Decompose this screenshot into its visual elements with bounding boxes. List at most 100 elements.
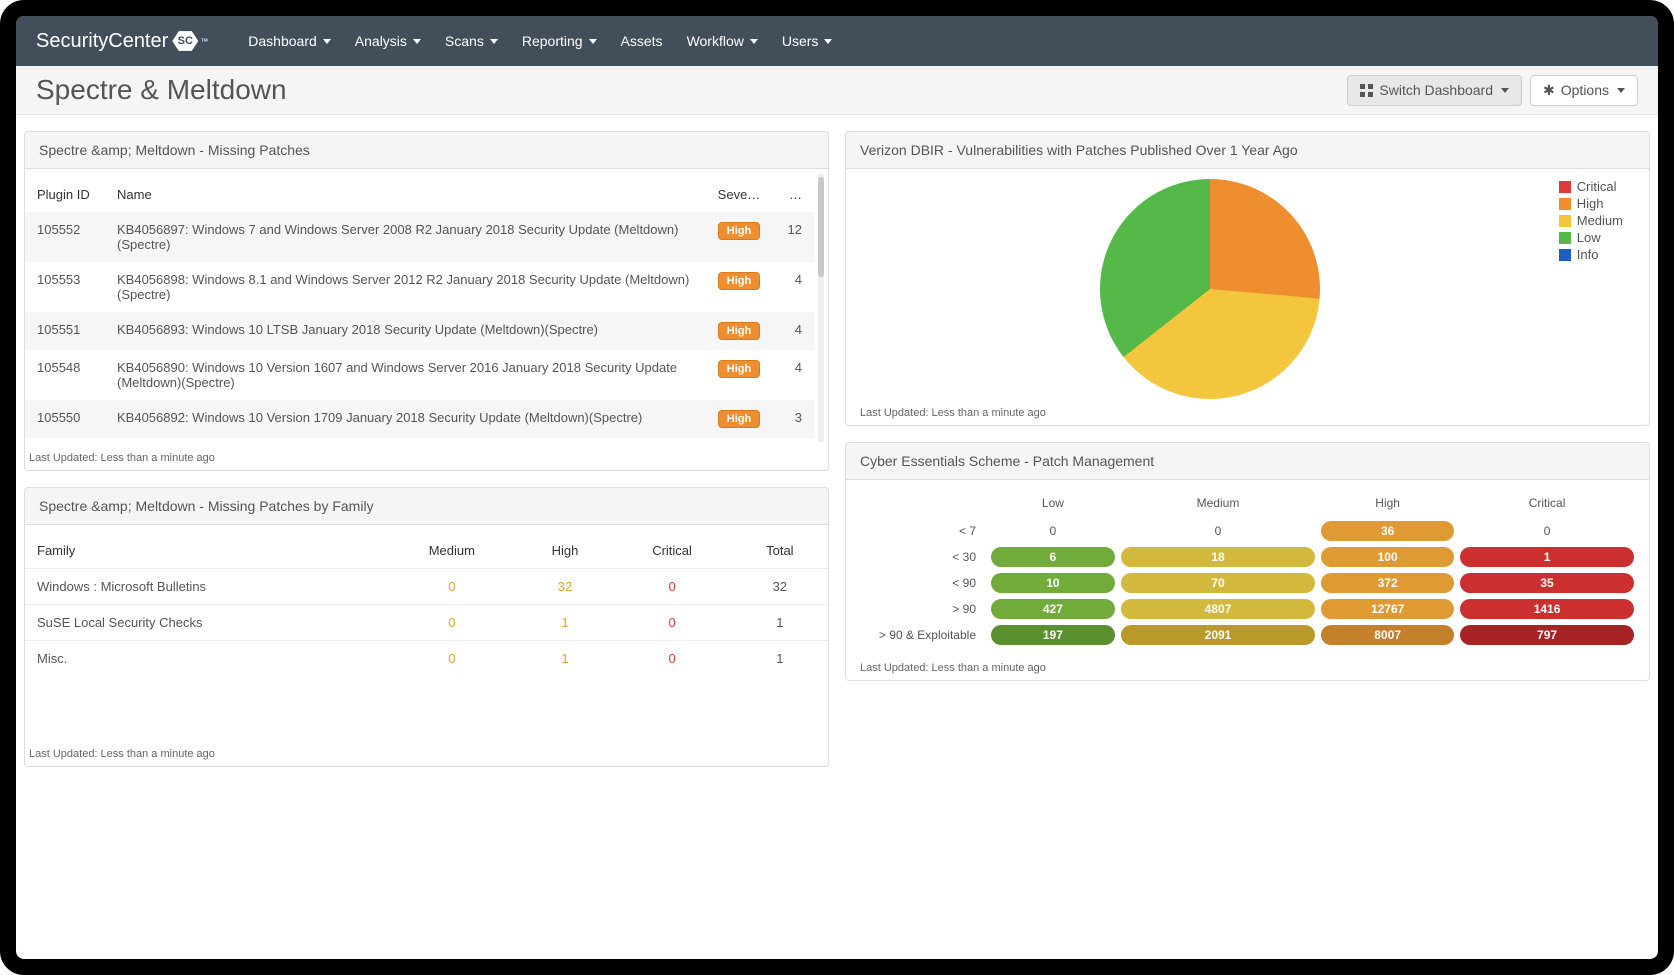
plugin-id: 105553 <box>25 262 105 312</box>
nav-item-assets[interactable]: Assets <box>621 33 663 49</box>
matrix-cell: 797 <box>1460 625 1634 645</box>
count: 4 <box>774 312 814 350</box>
nav-item-reporting[interactable]: Reporting <box>522 33 597 49</box>
matrix-cell: 18 <box>1121 547 1315 567</box>
scrollbar-thumb[interactable] <box>818 177 824 277</box>
switch-dashboard-button[interactable]: Switch Dashboard <box>1347 75 1522 106</box>
trademark-icon: ™ <box>200 37 208 46</box>
col-family[interactable]: Family <box>25 533 386 569</box>
matrix-row[interactable]: < 306181001 <box>858 544 1637 570</box>
switch-dashboard-label: Switch Dashboard <box>1379 82 1493 98</box>
nav-label: Users <box>782 33 819 49</box>
high-val: 1 <box>518 641 613 677</box>
high-val: 32 <box>518 569 613 605</box>
matrix-cell: 70 <box>1121 573 1315 593</box>
legend-swatch <box>1559 215 1571 227</box>
matrix-cell: 35 <box>1460 573 1634 593</box>
nav-item-analysis[interactable]: Analysis <box>355 33 421 49</box>
matrix-cell: 0 <box>1121 521 1315 541</box>
legend-item[interactable]: Medium <box>1559 213 1623 228</box>
col-total[interactable]: Total <box>732 533 828 569</box>
plugin-id: 105551 <box>25 312 105 350</box>
col-medium[interactable]: Medium <box>386 533 517 569</box>
col-plugin-id[interactable]: Plugin ID <box>25 177 105 212</box>
nav-label: Analysis <box>355 33 407 49</box>
table-row[interactable]: SuSE Local Security Checks0101 <box>25 605 828 641</box>
legend-label: Low <box>1577 230 1601 245</box>
patches-by-family-table: Family Medium High Critical Total Window… <box>25 533 828 676</box>
col-critical[interactable]: Critical <box>612 533 731 569</box>
row-label: < 7 <box>858 518 988 544</box>
table-row[interactable]: 105553KB4056898: Windows 8.1 and Windows… <box>25 262 814 312</box>
family-name: SuSE Local Security Checks <box>25 605 386 641</box>
grid-icon <box>1360 84 1373 97</box>
matrix-row[interactable]: > 90 & Exploitable19720918007797 <box>858 622 1637 648</box>
nav-item-workflow[interactable]: Workflow <box>687 33 758 49</box>
matrix-row[interactable]: > 904274807127671416 <box>858 596 1637 622</box>
family-name: Misc. <box>25 641 386 677</box>
legend-item[interactable]: Critical <box>1559 179 1623 194</box>
col-count[interactable]: … <box>774 177 814 212</box>
critical-val: 0 <box>612 605 731 641</box>
matrix-cell: 4807 <box>1121 599 1315 619</box>
matrix-cell: 1416 <box>1460 599 1634 619</box>
legend-item[interactable]: Info <box>1559 247 1623 262</box>
options-label: Options <box>1561 82 1609 98</box>
chevron-down-icon <box>824 39 832 44</box>
nav-label: Dashboard <box>248 33 317 49</box>
brand-logo[interactable]: SecurityCenter SC ™ <box>36 30 208 53</box>
panel-updated: Last Updated: Less than a minute ago <box>846 656 1649 680</box>
row-label: < 30 <box>858 544 988 570</box>
row-label: < 90 <box>858 570 988 596</box>
matrix-cell: 0 <box>991 521 1115 541</box>
options-button[interactable]: ✱ Options <box>1530 75 1638 106</box>
chevron-down-icon <box>1501 88 1509 93</box>
severity-badge: High <box>718 272 760 290</box>
legend-item[interactable]: Low <box>1559 230 1623 245</box>
family-name: Windows : Microsoft Bulletins <box>25 569 386 605</box>
table-row[interactable]: 105552KB4056897: Windows 7 and Windows S… <box>25 212 814 262</box>
chevron-down-icon <box>323 39 331 44</box>
nav-label: Assets <box>621 33 663 49</box>
nav-item-users[interactable]: Users <box>782 33 833 49</box>
matrix-cell: 10 <box>991 573 1115 593</box>
chevron-down-icon <box>490 39 498 44</box>
matrix-cell: 100 <box>1321 547 1454 567</box>
plugin-id: 105550 <box>25 400 105 438</box>
table-row[interactable]: 105550KB4056892: Windows 10 Version 1709… <box>25 400 814 438</box>
col-severity[interactable]: Seve… <box>704 177 774 212</box>
total-val: 1 <box>732 641 828 677</box>
panel-title: Spectre &amp; Meltdown - Missing Patches… <box>25 488 828 525</box>
page-title: Spectre & Meltdown <box>36 74 287 106</box>
matrix-row[interactable]: < 700360 <box>858 518 1637 544</box>
severity-pie-chart[interactable] <box>1100 179 1320 399</box>
panel-title: Cyber Essentials Scheme - Patch Manageme… <box>846 443 1649 480</box>
legend-item[interactable]: High <box>1559 196 1623 211</box>
table-row[interactable]: 105548KB4056890: Windows 10 Version 1607… <box>25 350 814 400</box>
plugin-name: KB4056897: Windows 7 and Windows Server … <box>105 212 704 262</box>
nav-label: Scans <box>445 33 484 49</box>
legend-label: High <box>1577 196 1604 211</box>
nav-item-dashboard[interactable]: Dashboard <box>248 33 331 49</box>
nav-item-scans[interactable]: Scans <box>445 33 498 49</box>
plugin-name: KB4056898: Windows 8.1 and Windows Serve… <box>105 262 704 312</box>
high-val: 1 <box>518 605 613 641</box>
table-row[interactable]: Misc.0101 <box>25 641 828 677</box>
col-name[interactable]: Name <box>105 177 704 212</box>
matrix-cell: 372 <box>1321 573 1454 593</box>
legend-swatch <box>1559 198 1571 210</box>
plugin-name: KB4056890: Windows 10 Version 1607 and W… <box>105 350 704 400</box>
count: 4 <box>774 262 814 312</box>
col-high[interactable]: High <box>518 533 613 569</box>
nav-label: Reporting <box>522 33 583 49</box>
chart-legend: Critical High Medium Low Info <box>1559 179 1633 399</box>
nav-label: Workflow <box>687 33 744 49</box>
severity-badge: High <box>718 410 760 428</box>
critical-val: 0 <box>612 569 731 605</box>
plugin-id: 105548 <box>25 350 105 400</box>
legend-label: Critical <box>1577 179 1617 194</box>
table-row[interactable]: Windows : Microsoft Bulletins032032 <box>25 569 828 605</box>
table-row[interactable]: 105551KB4056893: Windows 10 LTSB January… <box>25 312 814 350</box>
matrix-row[interactable]: < 9010 70 372 35 <box>858 570 1637 596</box>
matrix-cell: 36 <box>1321 521 1454 541</box>
